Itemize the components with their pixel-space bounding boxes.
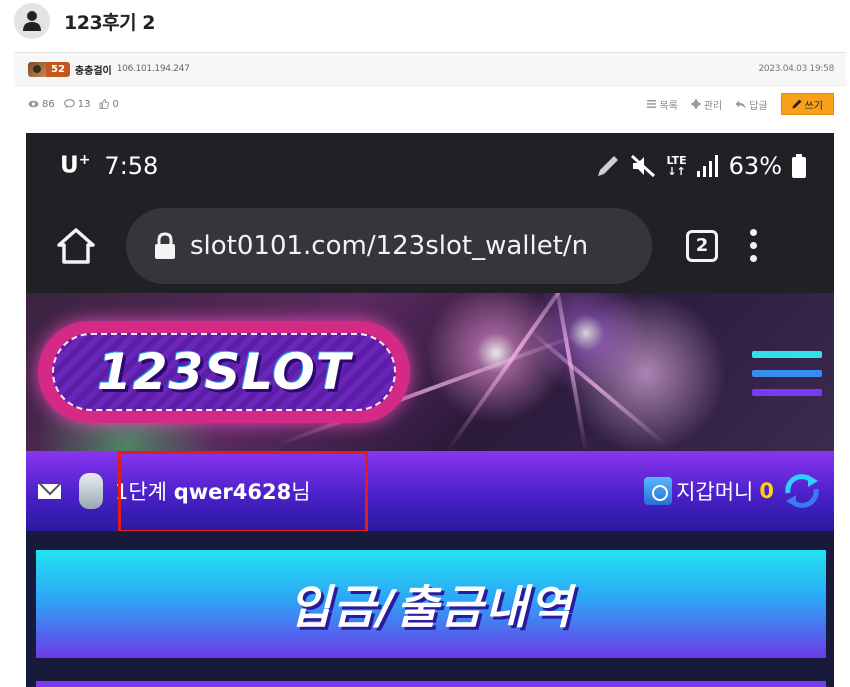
phone-screenshot: U+ 7:58 LTE ↓↑ 63% slot0101.com/123slot_w… — [26, 133, 834, 687]
hamburger-menu-icon[interactable] — [752, 351, 822, 396]
site-logo-inner: 123SLOT — [52, 333, 396, 411]
reply-icon — [735, 100, 746, 108]
post-actions: 목록 관리 답글 쓰기 — [634, 93, 834, 115]
carrier-label: U+ — [60, 152, 90, 179]
home-button[interactable] — [26, 198, 126, 293]
manage-button[interactable]: 관리 — [690, 97, 723, 112]
user-info-bar: 1단계 qwer4628님 지갑머니 0 — [26, 451, 834, 531]
next-menu-button[interactable] — [36, 681, 826, 687]
comment-count-value: 13 — [77, 98, 91, 110]
browser-toolbar: slot0101.com/123slot_wallet/n 2 — [26, 198, 834, 293]
address-bar[interactable]: slot0101.com/123slot_wallet/n — [126, 207, 652, 284]
pen-icon — [598, 155, 619, 176]
reply-button[interactable]: 답글 — [735, 97, 768, 112]
user-level: 1단계 — [115, 480, 168, 504]
view-count: 86 — [28, 99, 55, 110]
medal-icon — [79, 473, 103, 509]
honorific: 님 — [291, 480, 311, 504]
safe-icon — [644, 477, 673, 505]
comment-icon — [63, 99, 75, 109]
author-nickname[interactable]: 충충걸이 — [75, 62, 112, 77]
carrier-name: U — [60, 152, 79, 179]
pencil-icon — [792, 99, 802, 109]
post-date: 2023.04.03 19:58 — [758, 64, 834, 74]
home-icon — [57, 227, 95, 264]
user-info: 1단계 qwer4628님 — [115, 476, 311, 506]
phone-status-bar: U+ 7:58 LTE ↓↑ 63% — [26, 133, 834, 198]
user-avatar-icon[interactable] — [14, 3, 50, 39]
url-text: slot0101.com/123slot_wallet/n — [190, 230, 589, 261]
level-badge: 52 — [28, 61, 70, 77]
deposit-withdraw-history-button[interactable]: 입금/출금내역 — [36, 550, 826, 658]
site-logo-text: 123SLOT — [96, 343, 352, 401]
post-stats-bar: 86 13 0 목록 관리 답글 쓰기 — [14, 92, 846, 116]
signal-icon — [696, 154, 718, 177]
level-number: 52 — [46, 61, 70, 77]
site-banner: 123SLOT — [26, 293, 834, 451]
username: qwer4628 — [173, 480, 292, 504]
lock-icon — [155, 231, 175, 259]
history-button-label: 입금/출금내역 — [288, 580, 574, 634]
view-count-value: 86 — [42, 98, 55, 110]
browser-menu-icon[interactable] — [750, 229, 757, 262]
manage-button-label: 관리 — [703, 100, 723, 112]
thumbs-up-icon — [99, 99, 110, 109]
battery-icon — [792, 153, 806, 178]
phone-clock: 7:58 — [104, 151, 159, 180]
author-ip: 106.101.194.247 — [116, 64, 190, 74]
reply-button-label: 답글 — [749, 100, 768, 112]
site-logo[interactable]: 123SLOT — [38, 321, 410, 423]
refresh-icon[interactable] — [782, 473, 822, 509]
post-header: 123후기 2 — [14, 0, 846, 42]
comment-count: 13 — [63, 98, 91, 110]
list-button[interactable]: 목록 — [647, 97, 678, 112]
post-title: 123후기 2 — [64, 11, 155, 34]
wallet-balance: 지갑머니 0 — [644, 473, 822, 509]
lte-indicator: LTE ↓↑ — [666, 155, 686, 177]
post-meta-bar: 52 충충걸이 106.101.194.247 2023.04.03 19:58 — [14, 52, 846, 86]
tab-switcher-button[interactable]: 2 — [686, 229, 718, 262]
status-icons: LTE ↓↑ 63% — [596, 152, 806, 180]
eye-icon — [28, 100, 39, 108]
mute-icon — [631, 154, 656, 177]
gear-icon — [690, 99, 701, 109]
wallet-label: 지갑머니 — [676, 480, 754, 504]
list-icon — [647, 100, 657, 108]
mail-icon[interactable] — [38, 483, 61, 499]
list-button-label: 목록 — [659, 100, 678, 112]
like-count: 0 — [99, 98, 119, 110]
wallet-amount: 0 — [759, 479, 774, 503]
carrier-plus: + — [78, 152, 91, 169]
battery-percent: 63% — [728, 151, 782, 180]
write-button[interactable]: 쓰기 — [780, 93, 834, 115]
level-icon — [28, 61, 46, 77]
write-button-label: 쓰기 — [804, 100, 823, 112]
lte-arrows: ↓↑ — [667, 164, 686, 178]
like-count-value: 0 — [112, 98, 119, 110]
